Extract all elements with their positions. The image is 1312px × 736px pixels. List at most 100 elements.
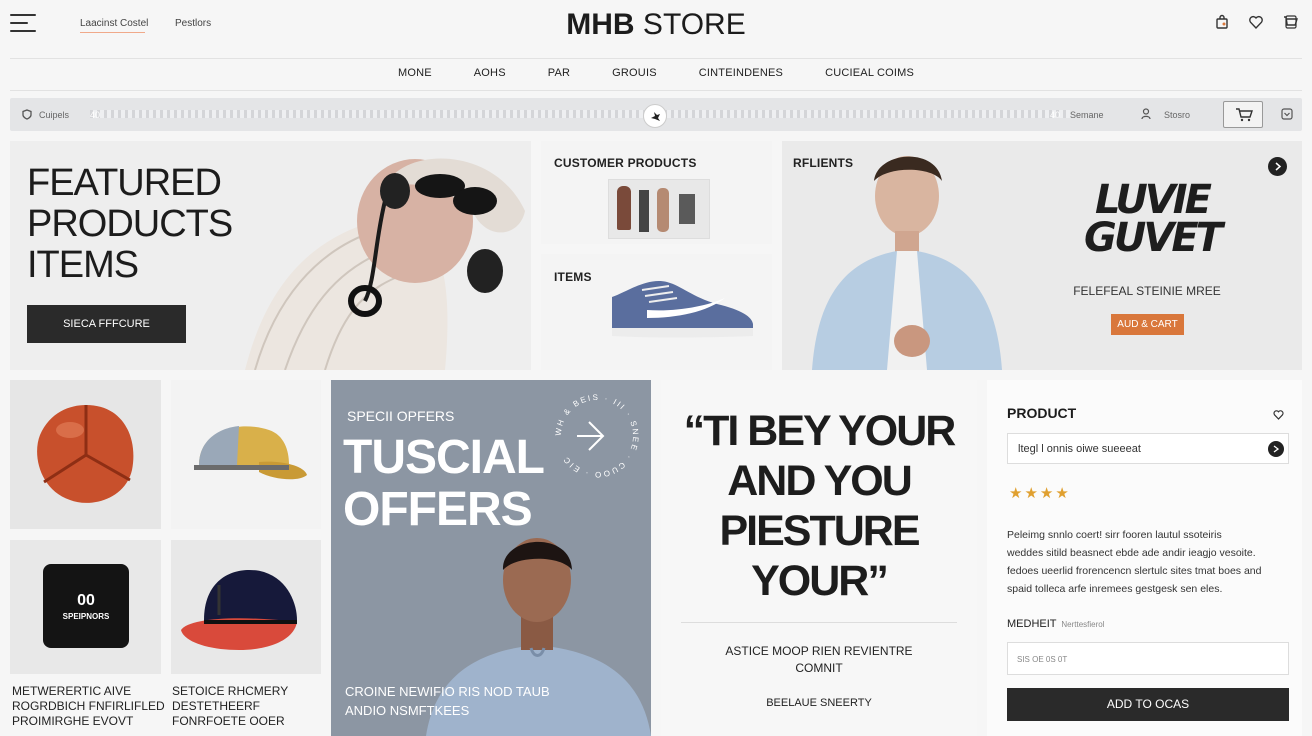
- star-icon: ★: [1055, 485, 1069, 502]
- quote-caption-line-1: ASTICE MOOP RIEN REVIENTRE: [725, 644, 913, 658]
- quote-line-3: PIESTURE: [719, 507, 920, 555]
- product-tile-cap-black[interactable]: [171, 540, 321, 674]
- product-caption-1: METWERERTIC AIVE ROGRDBICH FNFIRLIFLED P…: [12, 684, 167, 729]
- quote-text: “TI BEY YOUR AND YOU PIESTURE YOUR”: [661, 406, 977, 606]
- heart-icon[interactable]: [1248, 14, 1264, 30]
- product-detail-panel: PRODUCT ltegl l onnis oiwe sueeeat ★ ★ ★ ★ …: [987, 380, 1302, 736]
- product-search-value: ltegl l onnis oiwe sueeeat: [1018, 443, 1141, 455]
- brand-logo[interactable]: MHB STORE: [0, 8, 1312, 42]
- offers-circle-badge[interactable]: WH & BEIS · III · SNEE · CUOO · EIC: [549, 388, 645, 484]
- offers-title-line-2: OFFERS: [343, 483, 533, 536]
- offers-footer-line-2: ANDIO NSMFTKEES: [345, 703, 470, 718]
- main-nav: MONE AOHS PAR GROUIS CINTEINDENES CUCIEA…: [0, 67, 1312, 79]
- utility-label-b[interactable]: Stosro: [1164, 110, 1190, 120]
- product-figure-4: [679, 194, 695, 224]
- product-figure-3: [657, 188, 669, 232]
- snapback-cap-image: [181, 569, 297, 650]
- hero-cta-button[interactable]: SIECA FFFCURE: [27, 305, 186, 343]
- product-shelf-image: [608, 179, 710, 239]
- nav-item-cinteindenes[interactable]: CINTEINDENES: [678, 67, 804, 79]
- offers-title: TUSCIAL OFFERS: [343, 431, 545, 536]
- desc-line-4: spaid tolleca arfe inremees gestgesk sen…: [1007, 583, 1223, 595]
- nav-item-aohs[interactable]: AOHS: [453, 67, 527, 79]
- bag-icon[interactable]: [1214, 14, 1230, 30]
- star-icon: ★: [1009, 485, 1023, 502]
- caption-1-line-2: ROGRDBICH FNFIRLIFLED: [12, 699, 165, 713]
- quote-line-2: AND YOU: [727, 457, 913, 505]
- quote-line-4: YOUR”: [751, 557, 889, 605]
- add-to-cart-main-button[interactable]: ADD TO OCAS: [1007, 688, 1289, 721]
- hero-title-line-1: FEATURED: [27, 162, 222, 204]
- add-to-cart-button[interactable]: AUD & CART: [1111, 314, 1184, 335]
- leather-ball-image: [37, 405, 134, 503]
- field-label-text: MEDHEIT: [1007, 618, 1057, 630]
- cart-icon[interactable]: [1282, 14, 1298, 30]
- next-arrow-button[interactable]: [1268, 157, 1287, 176]
- product-figure-1: [617, 186, 631, 230]
- sneaker-image: [612, 280, 753, 338]
- product-tile-puck[interactable]: 00 SPEIPNORS: [10, 540, 161, 674]
- field-label: MEDHEIT Nerttesfierol: [1007, 618, 1105, 630]
- special-offers-banner[interactable]: SPECII OPFERS TUSCIAL OFFERS WH & BEIS ·…: [331, 380, 651, 736]
- quote-card: “TI BEY YOUR AND YOU PIESTURE YOUR” ASTI…: [661, 380, 977, 736]
- track-end-mark: 40: [1050, 110, 1061, 120]
- brand-light: STORE: [634, 8, 746, 41]
- customer-products-title: CUSTOMER PRODUCTS: [554, 156, 697, 170]
- desc-line-1: Peleimg snnlo coert! sirr fooren lautul …: [1007, 529, 1222, 541]
- featured-card: RFLIENTS LUVIE GUVET FELEFEAL STEINIE MR…: [782, 141, 1302, 370]
- offers-title-line-1: TUSCIAL: [343, 431, 545, 484]
- hero-title-line-2: PRODUCTS: [27, 203, 233, 245]
- nav-item-mone[interactable]: MONE: [377, 67, 453, 79]
- nav-item-grouis[interactable]: GROUIS: [591, 67, 678, 79]
- heart-icon[interactable]: [1273, 409, 1284, 420]
- field-hint: Nerttesfierol: [1061, 620, 1105, 629]
- utility-left-label[interactable]: Cuipels: [39, 110, 69, 120]
- nav-divider: [10, 90, 1302, 91]
- quote-signature: BEELAUE SNEERTY: [766, 697, 872, 709]
- quote-line-1: “TI BEY YOUR: [683, 407, 957, 455]
- customer-products-card[interactable]: CUSTOMER PRODUCTS: [541, 141, 772, 244]
- quote-divider: [681, 622, 957, 623]
- timeline-scrubber-handle[interactable]: [643, 104, 667, 128]
- nav-item-cucieal[interactable]: CUCIEAL COIMS: [804, 67, 935, 79]
- quote-caption: ASTICE MOOP RIEN REVIENTRE COMNIT: [661, 643, 977, 677]
- search-submit-button[interactable]: [1268, 441, 1284, 457]
- track-start-mark: 40: [90, 110, 101, 120]
- quantity-input[interactable]: SIS OE 0S 0T: [1007, 642, 1289, 675]
- rating-stars: ★ ★ ★ ★: [1009, 484, 1071, 503]
- nav-item-par[interactable]: PAR: [527, 67, 591, 79]
- puck-image: 00 SPEIPNORS: [43, 564, 129, 648]
- hero-title: FEATURED PRODUCTS ITEMS: [27, 162, 233, 286]
- chevron-right-icon: [1273, 445, 1279, 453]
- product-tile-ball[interactable]: [10, 380, 161, 529]
- product-search-field[interactable]: ltegl l onnis oiwe sueeeat: [1007, 433, 1289, 464]
- puck-text: SPEIPNORS: [62, 612, 110, 621]
- utility-label-a[interactable]: Semane: [1070, 110, 1104, 120]
- male-model-image: [812, 156, 1002, 370]
- brand-bold: MHB: [566, 8, 635, 41]
- product-description: Peleimg snnlo coert! sirr fooren lautul …: [1007, 526, 1292, 598]
- star-icon: ★: [1039, 485, 1054, 502]
- hero-title-line-3: ITEMS: [27, 244, 139, 286]
- quote-caption-line-2: COMNIT: [795, 661, 843, 675]
- save-icon[interactable]: [1281, 108, 1293, 120]
- caption-2-line-3: FONRFOETE OOER: [172, 714, 285, 728]
- product-tile-cap-yellow[interactable]: [171, 380, 321, 529]
- puck-number: 00: [77, 592, 95, 609]
- items-card[interactable]: ITEMS: [541, 254, 772, 370]
- arrow-right-icon: [577, 421, 605, 451]
- hero-banner: FEATURED PRODUCTS ITEMS SIECA FFFCURE: [10, 141, 531, 370]
- desc-line-3: fedoes ueerlid frorencencn slertulc site…: [1007, 565, 1262, 577]
- offers-footer-text: CROINE NEWIFIO RIS NOD TAUB ANDIO NSMFTK…: [345, 682, 550, 720]
- hero-model-image: [245, 158, 525, 370]
- items-title: ITEMS: [554, 270, 592, 284]
- star-icon: ★: [1024, 485, 1038, 502]
- header-divider: [10, 58, 1302, 59]
- cart-button[interactable]: [1223, 101, 1263, 128]
- user-icon[interactable]: [1141, 108, 1151, 120]
- chevron-right-icon: [1275, 162, 1282, 171]
- product-panel-title: PRODUCT: [1007, 405, 1077, 421]
- desc-line-2: weddes sitild beasnect ebde ade andir ie…: [1007, 547, 1256, 559]
- timeline-track[interactable]: [90, 110, 1070, 118]
- caption-1-line-3: PROIMIRGHE EVOVT: [12, 714, 134, 728]
